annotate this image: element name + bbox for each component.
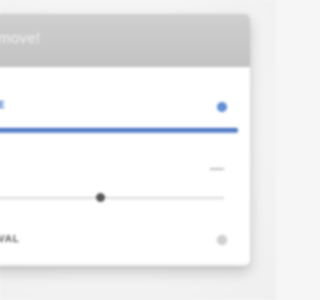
- active-row-indicator: [0, 128, 238, 133]
- info-icon[interactable]: [217, 102, 227, 112]
- screen: move! E VAL: [0, 0, 276, 300]
- section-label-active: E: [0, 100, 6, 111]
- panel-title: move!: [0, 30, 41, 47]
- row-divider: [0, 264, 250, 265]
- info-icon-secondary[interactable]: [217, 235, 227, 245]
- slider-track[interactable]: [0, 197, 224, 199]
- panel-header: move!: [0, 14, 250, 67]
- section-row-active[interactable]: E: [0, 74, 250, 120]
- section-row-inactive[interactable]: VAL: [0, 222, 250, 256]
- section-label-inactive: VAL: [0, 234, 20, 245]
- settings-panel: move! E VAL: [0, 14, 250, 266]
- slider-thumb[interactable]: [96, 193, 105, 202]
- slider-value-indicator: [210, 168, 224, 170]
